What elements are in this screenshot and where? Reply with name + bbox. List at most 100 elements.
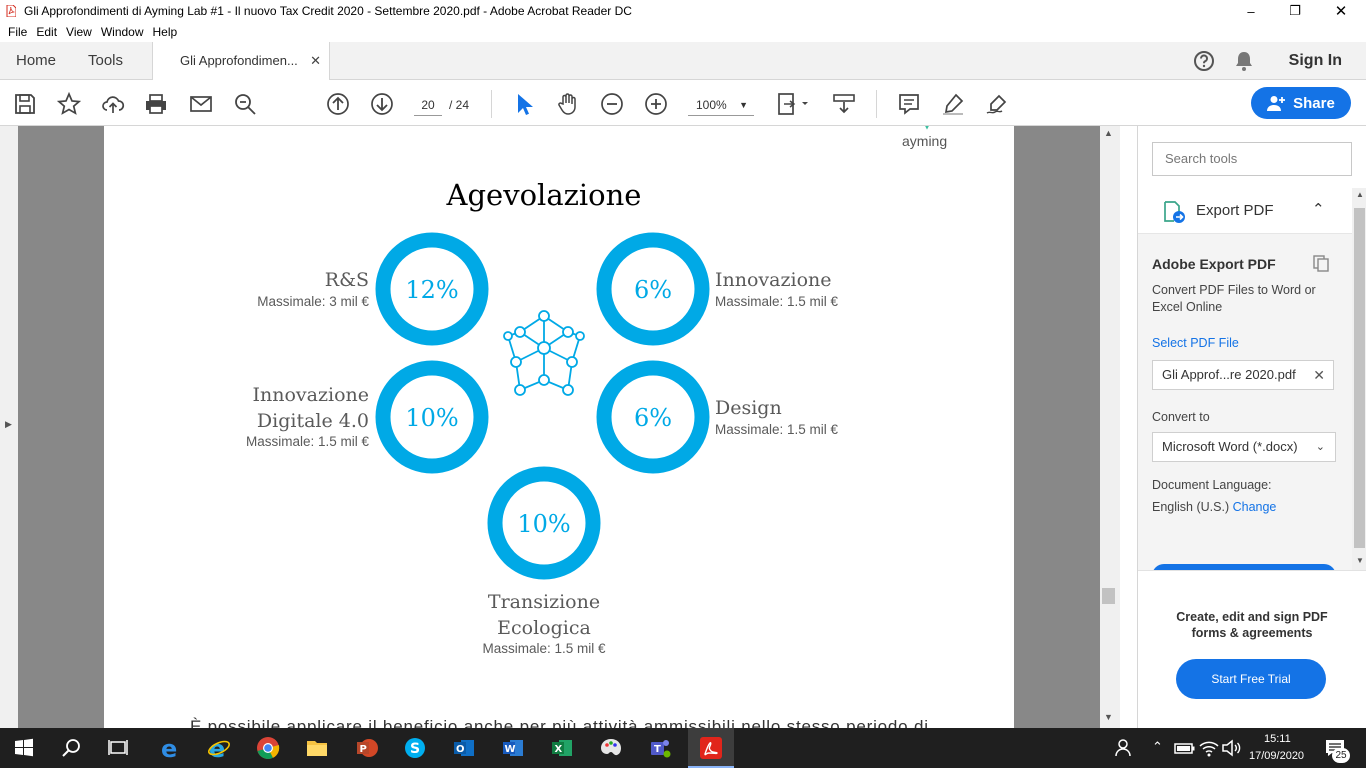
pdf-page: ayming Agevolazione 12% 6% 10% 6% 10% R&… bbox=[104, 126, 1014, 728]
scrollbar-thumb[interactable] bbox=[1354, 208, 1365, 548]
document-language-value: English (U.S.) bbox=[1152, 500, 1230, 514]
bookmark-star-icon[interactable] bbox=[57, 92, 81, 116]
scroll-down-icon[interactable]: ▼ bbox=[1356, 556, 1364, 565]
page-number-input[interactable]: 20 bbox=[414, 94, 442, 116]
label-rs-title: R&S bbox=[325, 269, 369, 291]
minimize-button[interactable]: – bbox=[1228, 0, 1274, 22]
share-button[interactable]: Share bbox=[1251, 87, 1351, 119]
svg-text:e: e bbox=[161, 736, 177, 760]
close-tab-icon[interactable]: ✕ bbox=[310, 42, 321, 80]
acrobat-reader-icon bbox=[700, 737, 722, 759]
windows-start-icon[interactable] bbox=[12, 736, 36, 760]
paint-icon[interactable] bbox=[599, 736, 623, 760]
wifi-icon[interactable] bbox=[1197, 736, 1221, 760]
edge-browser-icon[interactable]: e bbox=[159, 736, 183, 760]
remove-file-icon[interactable]: ✕ bbox=[1313, 361, 1325, 389]
help-icon[interactable] bbox=[1193, 50, 1215, 72]
document-language-row: English (U.S.) Change bbox=[1152, 500, 1276, 514]
highlight-pen-icon[interactable] bbox=[941, 92, 965, 116]
chrome-browser-icon[interactable] bbox=[256, 736, 280, 760]
notifications-bell-icon[interactable] bbox=[1234, 50, 1254, 72]
volume-icon[interactable] bbox=[1219, 736, 1243, 760]
right-pane-toggle[interactable]: ▶ bbox=[1117, 126, 1120, 728]
left-navigation-pane-toggle[interactable]: ▶ bbox=[0, 126, 18, 728]
tools-pane-scrollbar[interactable]: ▲ ▼ bbox=[1352, 188, 1366, 570]
ayming-logo-mark bbox=[925, 126, 929, 130]
people-icon[interactable] bbox=[1113, 736, 1137, 760]
scroll-mode-icon[interactable] bbox=[832, 92, 856, 116]
hand-pan-icon[interactable] bbox=[556, 92, 580, 116]
share-label: Share bbox=[1293, 94, 1335, 112]
next-page-icon[interactable] bbox=[370, 92, 394, 116]
page-heading: Agevolazione bbox=[446, 178, 642, 212]
sign-pen-icon[interactable] bbox=[985, 92, 1009, 116]
select-pdf-file-link[interactable]: Select PDF File bbox=[1152, 336, 1239, 350]
tab-home[interactable]: Home bbox=[16, 42, 56, 80]
zoom-in-icon[interactable] bbox=[644, 92, 668, 116]
scroll-down-icon[interactable]: ▼ bbox=[1104, 712, 1113, 722]
battery-icon[interactable] bbox=[1173, 736, 1197, 760]
ayming-logo: ayming bbox=[902, 133, 947, 149]
menu-window[interactable]: Window bbox=[101, 25, 144, 39]
tab-tools[interactable]: Tools bbox=[88, 42, 123, 80]
show-hidden-icons-chevron-icon[interactable]: ⌃ bbox=[1152, 739, 1163, 755]
teams-icon[interactable]: T bbox=[648, 736, 672, 760]
word-icon[interactable]: W bbox=[501, 736, 525, 760]
scroll-up-icon[interactable]: ▲ bbox=[1356, 190, 1364, 199]
label-innovazione-title: Innovazione bbox=[715, 269, 832, 291]
export-pdf-label: Export PDF bbox=[1196, 202, 1274, 219]
search-tools-input[interactable]: Search tools bbox=[1152, 142, 1352, 176]
convert-format-select[interactable]: Microsoft Word (*.docx) ⌄ bbox=[1152, 432, 1336, 462]
menu-edit[interactable]: Edit bbox=[36, 25, 57, 39]
export-pdf-icon bbox=[1164, 201, 1185, 223]
excel-icon[interactable]: X bbox=[550, 736, 574, 760]
percent-ecologica: 10% bbox=[517, 510, 570, 538]
export-pdf-header[interactable]: Export PDF ⌃ bbox=[1138, 188, 1352, 234]
print-icon[interactable] bbox=[144, 92, 168, 116]
label-ecologica-cap: Massimale: 1.5 mil € bbox=[482, 641, 606, 656]
label-design-title: Design bbox=[715, 397, 782, 419]
scroll-up-icon[interactable]: ▲ bbox=[1104, 128, 1113, 138]
start-free-trial-button[interactable]: Start Free Trial bbox=[1176, 659, 1326, 699]
close-window-button[interactable]: ✕ bbox=[1318, 0, 1364, 22]
document-scrollbar[interactable]: ▲ ▼ bbox=[1100, 126, 1117, 728]
page-fit-icon[interactable] bbox=[776, 92, 810, 116]
previous-page-icon[interactable] bbox=[326, 92, 350, 116]
powerpoint-icon[interactable]: P bbox=[355, 736, 379, 760]
internet-explorer-icon[interactable]: e bbox=[207, 736, 231, 760]
ring-digitale: 10% bbox=[375, 360, 489, 474]
skype-icon[interactable]: S bbox=[403, 736, 427, 760]
comment-icon[interactable] bbox=[897, 92, 921, 116]
selected-file-field[interactable]: Gli Approf...re 2020.pdf ✕ bbox=[1152, 360, 1334, 390]
file-explorer-icon[interactable] bbox=[305, 736, 329, 760]
menu-file[interactable]: File bbox=[8, 25, 27, 39]
scrollbar-thumb[interactable] bbox=[1102, 588, 1115, 604]
document-viewer[interactable]: ▶ ayming Agevolazione 12% 6% 10% 6% 10% … bbox=[0, 126, 1120, 728]
taskbar-active-app[interactable] bbox=[688, 728, 734, 768]
task-view-icon[interactable] bbox=[106, 736, 130, 760]
save-icon[interactable] bbox=[13, 92, 37, 116]
maximize-button[interactable]: ❐ bbox=[1272, 0, 1318, 22]
sign-in-button[interactable]: Sign In bbox=[1289, 42, 1342, 80]
adobe-export-title: Adobe Export PDF bbox=[1152, 256, 1276, 272]
search-zoom-icon[interactable] bbox=[233, 92, 257, 116]
outlook-icon[interactable]: O bbox=[452, 736, 476, 760]
search-icon[interactable] bbox=[60, 736, 84, 760]
ring-ecologica: 10% bbox=[487, 466, 601, 580]
email-icon[interactable] bbox=[189, 92, 213, 116]
clock-time[interactable]: 15:11 bbox=[1264, 733, 1291, 745]
copy-file-icon[interactable] bbox=[1312, 254, 1330, 272]
select-cursor-icon[interactable] bbox=[512, 92, 536, 116]
toolbar-divider bbox=[491, 90, 492, 118]
menu-view[interactable]: View bbox=[66, 25, 92, 39]
label-digitale-cap: Massimale: 1.5 mil € bbox=[246, 434, 370, 449]
change-language-link[interactable]: Change bbox=[1233, 500, 1277, 514]
tab-document[interactable]: Gli Approfondimen... ✕ bbox=[152, 42, 330, 81]
clock-date[interactable]: 17/09/2020 bbox=[1249, 750, 1304, 762]
zoom-out-icon[interactable] bbox=[600, 92, 624, 116]
zoom-level-select[interactable]: 100% ▼ bbox=[688, 94, 754, 116]
chevron-down-icon: ▼ bbox=[739, 100, 748, 110]
menu-help[interactable]: Help bbox=[153, 25, 178, 39]
upload-cloud-icon[interactable] bbox=[101, 92, 125, 116]
chevron-up-icon[interactable]: ⌃ bbox=[1312, 200, 1325, 218]
